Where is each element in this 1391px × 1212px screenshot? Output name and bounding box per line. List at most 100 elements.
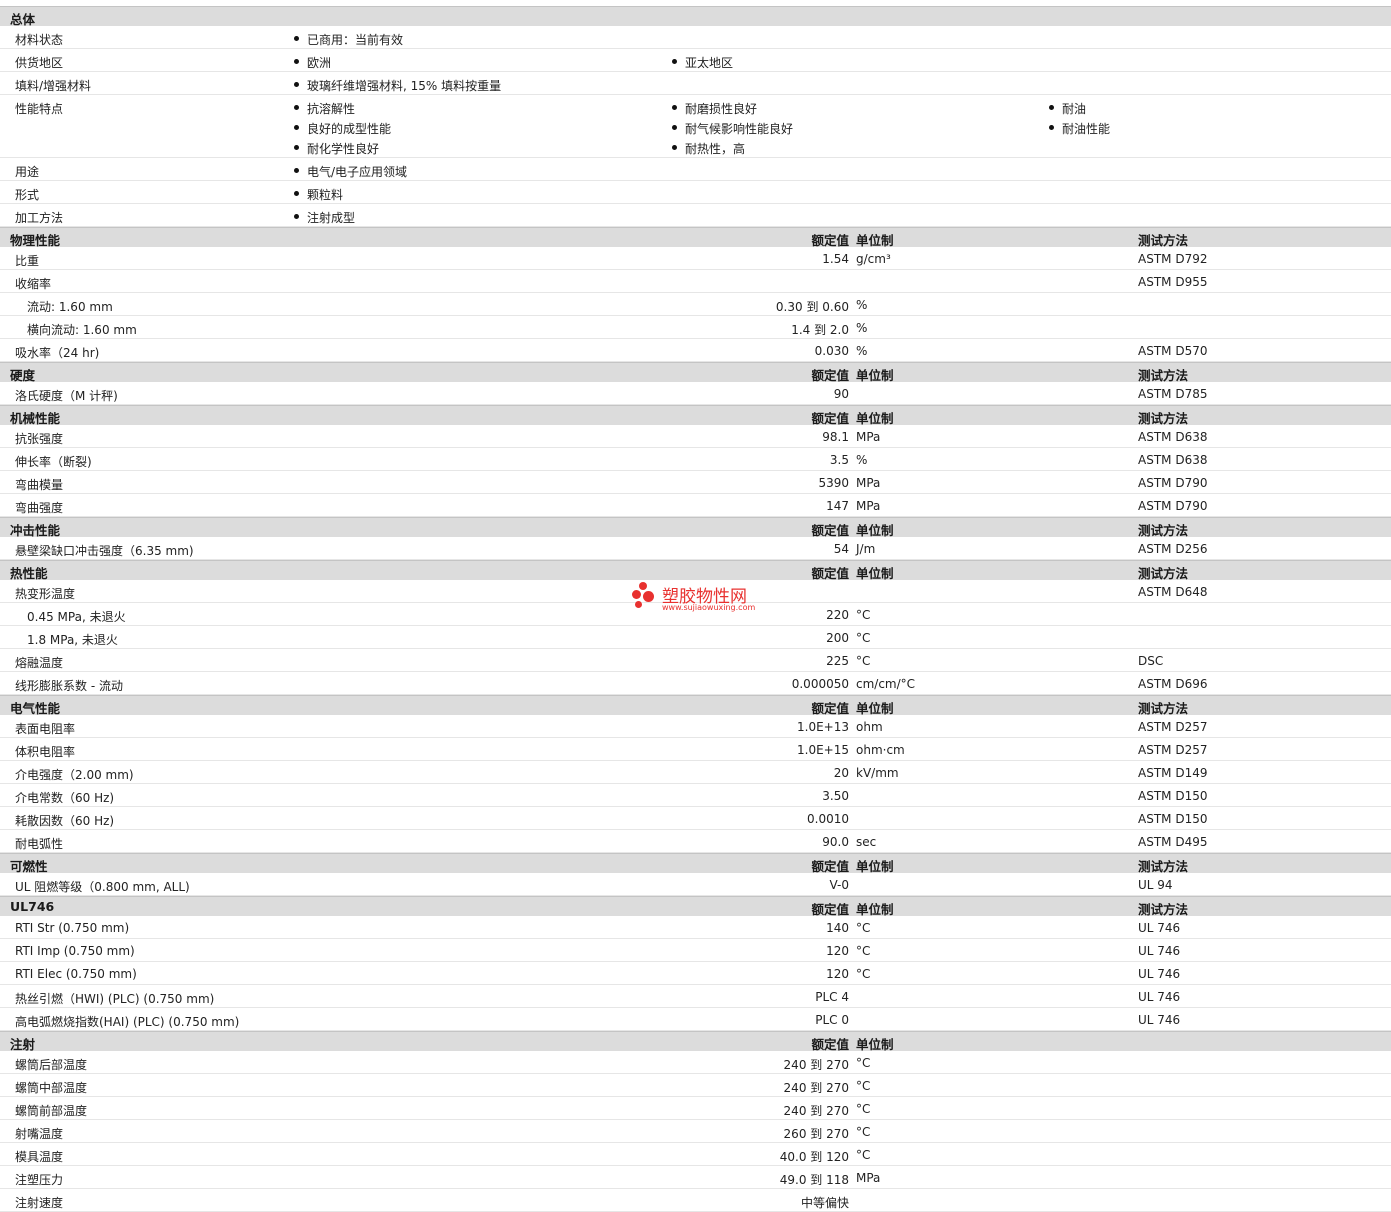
section-header: 物理性能 额定值 单位制 测试方法 [0, 227, 1391, 248]
table-row: 比重 1.54 g/cm³ ASTM D792 [0, 247, 1391, 270]
general-row: 性能特点 抗溶解性 耐磨损性良好 耐油 良好的成型性能 耐气候影响性能良好 耐油性能 耐化学性… [0, 95, 1391, 158]
table-row: 抗张强度 98.1 MPa ASTM D638 [0, 425, 1391, 448]
table-row: RTI Elec (0.750 mm) 120 °C UL 746 [0, 962, 1391, 985]
watermark-url: www.sujiaowuxing.com [662, 603, 756, 612]
table-row: 表面电阻率 1.0E+13 ohm ASTM D257 [0, 715, 1391, 738]
test-method: UL 94 [1138, 878, 1173, 892]
general-row: 加工方法 注射成型 [0, 204, 1391, 227]
property-label: 螺筒前部温度 [15, 1104, 88, 1118]
table-row: 伸长率（断裂) 3.5% ASTM D638 [0, 448, 1391, 471]
property-value: 90 [833, 387, 849, 401]
property-value: 147 [826, 499, 849, 513]
table-row: 介电强度（2.00 mm) 20 kV/mm ASTM D149 [0, 761, 1391, 784]
property-label: 表面电阻率 [15, 722, 76, 736]
general-row: 填料/增强材料 玻璃纤维增强材料, 15% 填料按重量 [0, 72, 1391, 95]
property-value: 140 [826, 921, 849, 935]
property-label: 介电强度（2.00 mm) [15, 768, 134, 782]
property-value: 220 [826, 608, 849, 622]
section-header: 可燃性 额定值 单位制 测试方法 [0, 853, 1391, 874]
property-value: 中等偏快 [800, 1196, 849, 1210]
test-method: ASTM D638 [1138, 453, 1208, 467]
property-value: PLC 4 [815, 990, 849, 1004]
property-unit: °C [856, 1148, 871, 1162]
property-label: 洛氏硬度（M 计秤) [15, 389, 118, 403]
table-row: 收缩率 ASTM D955 [0, 270, 1391, 293]
section-header: 电气性能 额定值 单位制 测试方法 [0, 695, 1391, 716]
bullet-item: 电气/电子应用领域 [292, 163, 407, 180]
property-value: V-0 [829, 878, 849, 892]
test-method: ASTM D256 [1138, 542, 1208, 556]
property-label: RTI Str (0.750 mm) [15, 921, 130, 935]
property-value: 240 到 270 [783, 1081, 849, 1095]
table-row: 体积电阻率 1.0E+15 ohm·cm ASTM D257 [0, 738, 1391, 761]
section-header: 注射 额定值 单位制 [0, 1031, 1391, 1052]
property-unit: °C [856, 1079, 871, 1093]
property-label: UL 阻燃等级（0.800 mm, ALL) [15, 880, 190, 894]
test-method: UL 746 [1138, 921, 1181, 935]
table-row: 介电常数（60 Hz) 3.50 ASTM D150 [0, 784, 1391, 807]
test-method: ASTM D149 [1138, 766, 1208, 780]
bullet-item: 耐气候影响性能良好 [670, 120, 793, 137]
table-row: 高电弧燃烧指数(HAI) (PLC) (0.750 mm) PLC 0 UL 746 [0, 1008, 1391, 1031]
property-label: 性能特点 [15, 102, 64, 116]
table-row: 横向流动: 1.60 mm 1.4 到 2.0% [0, 316, 1391, 339]
property-unit: °C [856, 1102, 871, 1116]
table-row: 吸水率（24 hr) 0.030% ASTM D570 [0, 339, 1391, 362]
test-method: ASTM D570 [1138, 344, 1208, 358]
property-unit: MPa [856, 430, 881, 444]
test-method: ASTM D648 [1138, 585, 1208, 599]
property-value: 90.0 [822, 835, 849, 849]
bullet-item: 已商用：当前有效 [292, 31, 403, 48]
property-label: 模具温度 [15, 1150, 64, 1164]
table-row: 洛氏硬度（M 计秤) 90 ASTM D785 [0, 382, 1391, 405]
bullet-item: 耐热性，高 [670, 140, 745, 157]
property-label: 螺筒后部温度 [15, 1058, 88, 1072]
property-unit: cm/cm/°C [856, 677, 916, 691]
property-unit: kV/mm [856, 766, 899, 780]
test-method: ASTM D638 [1138, 430, 1208, 444]
property-unit: MPa [856, 476, 881, 490]
test-method: UL 746 [1138, 1013, 1181, 1027]
bullet-item: 耐磨损性良好 [670, 100, 757, 117]
property-label: 介电常数（60 Hz) [15, 791, 115, 805]
property-unit: ohm·cm [856, 743, 905, 757]
test-method: ASTM D792 [1138, 252, 1208, 266]
property-unit: % [856, 298, 868, 312]
test-method: ASTM D696 [1138, 677, 1208, 691]
general-section: 总体 材料状态 已商用：当前有效 供货地区 欧洲 亚太地区 填料/增强材料 玻璃纤维增强材料,… [0, 6, 1391, 227]
property-value: 1.54 [822, 252, 849, 266]
property-label: 线形膨胀系数 - 流动 [15, 679, 123, 693]
property-label: 悬壁梁缺口冲击强度（6.35 mm) [15, 544, 194, 558]
table-row: 线形膨胀系数 - 流动 0.000050 cm/cm/°C ASTM D696 [0, 672, 1391, 695]
property-label: 熔融温度 [15, 656, 64, 670]
table-row: 弯曲强度 147 MPa ASTM D790 [0, 494, 1391, 517]
property-label: 热变形温度 [15, 587, 76, 601]
property-value: 1.0E+15 [797, 743, 849, 757]
property-value: 54 [833, 542, 849, 556]
test-method: UL 746 [1138, 944, 1181, 958]
test-method: ASTM D150 [1138, 789, 1208, 803]
property-label: 注塑压力 [15, 1173, 64, 1187]
property-value: 200 [826, 631, 849, 645]
table-row: 螺筒后部温度 240 到 270 °C [0, 1051, 1391, 1074]
property-unit: ohm [856, 720, 883, 734]
table-row: 耐电弧性 90.0 sec ASTM D495 [0, 830, 1391, 853]
watermark-dots-icon [632, 582, 660, 612]
property-label: 吸水率（24 hr) [15, 346, 100, 360]
bullet-item: 耐油 [1047, 100, 1086, 117]
property-label: 材料状态 [15, 33, 64, 47]
property-label: 加工方法 [15, 211, 64, 225]
test-method: ASTM D257 [1138, 743, 1208, 757]
property-label: 弯曲强度 [15, 501, 64, 515]
property-unit: g/cm³ [856, 252, 891, 266]
property-unit: % [856, 321, 868, 335]
section-header: 热性能 额定值 单位制 测试方法 [0, 560, 1391, 581]
property-unit: MPa [856, 1171, 881, 1185]
table-row: 流动: 1.60 mm 0.30 到 0.60% [0, 293, 1391, 316]
table-row: 射嘴温度 260 到 270 °C [0, 1120, 1391, 1143]
test-method: ASTM D790 [1138, 499, 1208, 513]
property-value: 3.5 [829, 453, 849, 467]
property-value: 260 到 270 [783, 1127, 849, 1141]
property-label: 注射速度 [15, 1196, 64, 1210]
property-label: 流动: 1.60 mm [27, 300, 113, 314]
